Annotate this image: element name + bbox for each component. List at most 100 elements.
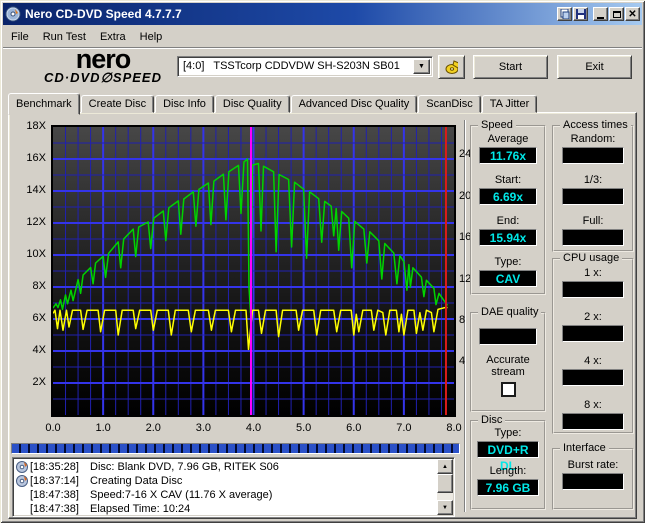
accurate-stream-checkbox[interactable] bbox=[500, 382, 516, 397]
tab-create-disc[interactable]: Create Disc bbox=[80, 95, 155, 113]
cpu-1x-label: 1 x: bbox=[584, 267, 602, 279]
log-text: Speed:7-16 X CAV (11.76 X average) bbox=[90, 489, 273, 501]
change-disc-button[interactable] bbox=[438, 55, 465, 79]
disc-panel-title: Disc bbox=[478, 414, 506, 426]
random-access-label: Random: bbox=[570, 133, 616, 145]
disc-icon bbox=[14, 461, 30, 473]
drive-select-arrow-button[interactable]: ▼ bbox=[413, 59, 430, 74]
cpu-2x-display bbox=[562, 325, 624, 342]
titlebar[interactable]: Nero CD-DVD Speed 4.7.7.7 ✕ bbox=[3, 3, 642, 25]
y-left-tick-label: 2X bbox=[32, 376, 46, 388]
accurate-stream-label-line2: stream bbox=[491, 366, 525, 378]
drive-select-value: [4:0] TSSTcorp CDDVDW SH-S203N SB01 bbox=[183, 60, 400, 72]
minimize-icon bbox=[597, 16, 604, 19]
cpu-usage-panel-title: CPU usage bbox=[560, 252, 623, 264]
log-scrollbar[interactable]: ▲ ▼ bbox=[437, 459, 453, 515]
tab-advanced-disc-quality[interactable]: Advanced Disc Quality bbox=[290, 95, 418, 113]
y-left-tick-label: 16X bbox=[26, 152, 46, 164]
window-title: Nero CD-DVD Speed 4.7.7.7 bbox=[25, 7, 182, 21]
one-third-access-label: 1/3: bbox=[583, 174, 603, 186]
log-entry: [18:47:38] Speed:7-16 X CAV (11.76 X aver… bbox=[14, 488, 454, 502]
menu-run-test[interactable]: Run Test bbox=[36, 29, 93, 45]
log-timestamp: [18:47:38] bbox=[30, 503, 79, 515]
end-speed-label: End: bbox=[496, 215, 520, 227]
speed-type-display: CAV bbox=[479, 270, 537, 287]
tab-disc-quality[interactable]: Disc Quality bbox=[214, 95, 290, 113]
start-speed-display: 6.69x bbox=[479, 188, 537, 205]
log-text: Elapsed Time: 10:24 bbox=[90, 503, 191, 515]
burst-rate-display bbox=[562, 473, 624, 490]
cpu-8x-label: 8 x: bbox=[584, 399, 602, 411]
disc-length-label: Length: bbox=[489, 465, 527, 477]
x-tick-label: 2.0 bbox=[145, 422, 161, 434]
x-tick-label: 8.0 bbox=[446, 422, 462, 434]
change-disc-icon bbox=[445, 60, 458, 74]
full-access-label: Full: bbox=[582, 215, 604, 227]
scroll-down-button[interactable]: ▼ bbox=[437, 500, 453, 515]
full-access-display bbox=[562, 229, 624, 246]
menu-file[interactable]: File bbox=[4, 29, 36, 45]
copy-report-button[interactable] bbox=[557, 7, 572, 21]
cpu-4x-display bbox=[562, 369, 624, 386]
x-tick-label: 0.0 bbox=[45, 422, 61, 434]
x-tick-label: 3.0 bbox=[195, 422, 212, 434]
progress-strip bbox=[11, 443, 460, 454]
disc-type-display: DVD+R DL bbox=[477, 441, 539, 473]
y-left-tick-label: 8X bbox=[32, 280, 46, 292]
exit-button[interactable]: Exit bbox=[557, 55, 632, 79]
save-button[interactable] bbox=[573, 7, 588, 21]
tab-benchmark[interactable]: Benchmark bbox=[8, 93, 80, 115]
app-window: Nero CD-DVD Speed 4.7.7.7 ✕ File Run Test… bbox=[0, 0, 645, 523]
log-entry: [18:47:38] Elapsed Time: 10:24 bbox=[14, 502, 454, 516]
maximize-button[interactable] bbox=[609, 7, 624, 21]
disc-icon bbox=[14, 475, 30, 487]
access-times-panel-title: Access times bbox=[560, 119, 631, 131]
x-tick-label: 7.0 bbox=[396, 422, 412, 434]
tab-strip: Benchmark Create Disc Disc Info Disc Qualit… bbox=[8, 92, 538, 115]
copy-icon bbox=[560, 9, 569, 19]
log-entry: [18:35:28] Disc: Blank DVD, 7.96 GB, RITE… bbox=[14, 460, 454, 474]
scroll-thumb[interactable] bbox=[437, 474, 453, 493]
tab-ta-jitter[interactable]: TA Jitter bbox=[481, 95, 538, 113]
scroll-down-icon: ▼ bbox=[442, 504, 448, 511]
menu-help[interactable]: Help bbox=[133, 29, 170, 45]
app-icon bbox=[5, 6, 21, 22]
y-left-tick-label: 12X bbox=[26, 216, 46, 228]
benchmark-chart-canvas bbox=[53, 127, 454, 415]
start-button[interactable]: Start bbox=[473, 55, 548, 79]
random-access-display bbox=[562, 147, 624, 164]
burst-rate-label: Burst rate: bbox=[567, 459, 619, 471]
benchmark-chart bbox=[51, 125, 456, 417]
maximize-icon bbox=[612, 10, 621, 18]
x-tick-label: 1.0 bbox=[95, 422, 111, 434]
start-button-label: Start bbox=[498, 61, 523, 73]
dae-quality-panel: DAE quality Accurate stream bbox=[470, 306, 546, 412]
menu-extra[interactable]: Extra bbox=[93, 29, 133, 45]
save-icon bbox=[575, 9, 586, 19]
log-timestamp: [18:47:38] bbox=[30, 489, 79, 501]
interface-panel-title: Interface bbox=[560, 442, 609, 454]
speed-type-label: Type: bbox=[494, 256, 522, 268]
scroll-up-button[interactable]: ▲ bbox=[437, 459, 453, 474]
one-third-access-display bbox=[562, 188, 624, 205]
end-speed-display: 15.94x bbox=[479, 229, 537, 246]
tab-disc-info[interactable]: Disc Info bbox=[155, 95, 214, 113]
cpu-2x-label: 2 x: bbox=[584, 311, 602, 323]
disc-panel: Disc Type: DVD+R DL Length: 7.96 GB bbox=[470, 414, 546, 510]
drive-select[interactable]: [4:0] TSSTcorp CDDVDW SH-S203N SB01 ▼ bbox=[177, 56, 433, 77]
chevron-down-icon: ▼ bbox=[418, 63, 425, 70]
average-speed-display: 11.76x bbox=[479, 147, 537, 164]
log-text: Creating Data Disc bbox=[90, 475, 183, 487]
cpu-usage-panel: CPU usage 1 x: 2 x: 4 x: 8 x: bbox=[552, 252, 634, 434]
close-button[interactable]: ✕ bbox=[625, 7, 640, 21]
minimize-button[interactable] bbox=[593, 7, 608, 21]
y-left-tick-label: 10X bbox=[26, 248, 46, 260]
nero-logo-tagline: CD·DVD∅SPEED bbox=[44, 70, 162, 85]
cpu-4x-label: 4 x: bbox=[584, 355, 602, 367]
cpu-1x-display bbox=[562, 281, 624, 298]
dae-quality-panel-title: DAE quality bbox=[478, 306, 542, 318]
tab-scandisc[interactable]: ScanDisc bbox=[418, 95, 481, 113]
cpu-8x-display bbox=[562, 413, 624, 430]
speed-panel: Speed Average 11.76x Start: 6.69x End: 1… bbox=[470, 119, 546, 295]
y-left-tick-label: 14X bbox=[26, 184, 46, 196]
